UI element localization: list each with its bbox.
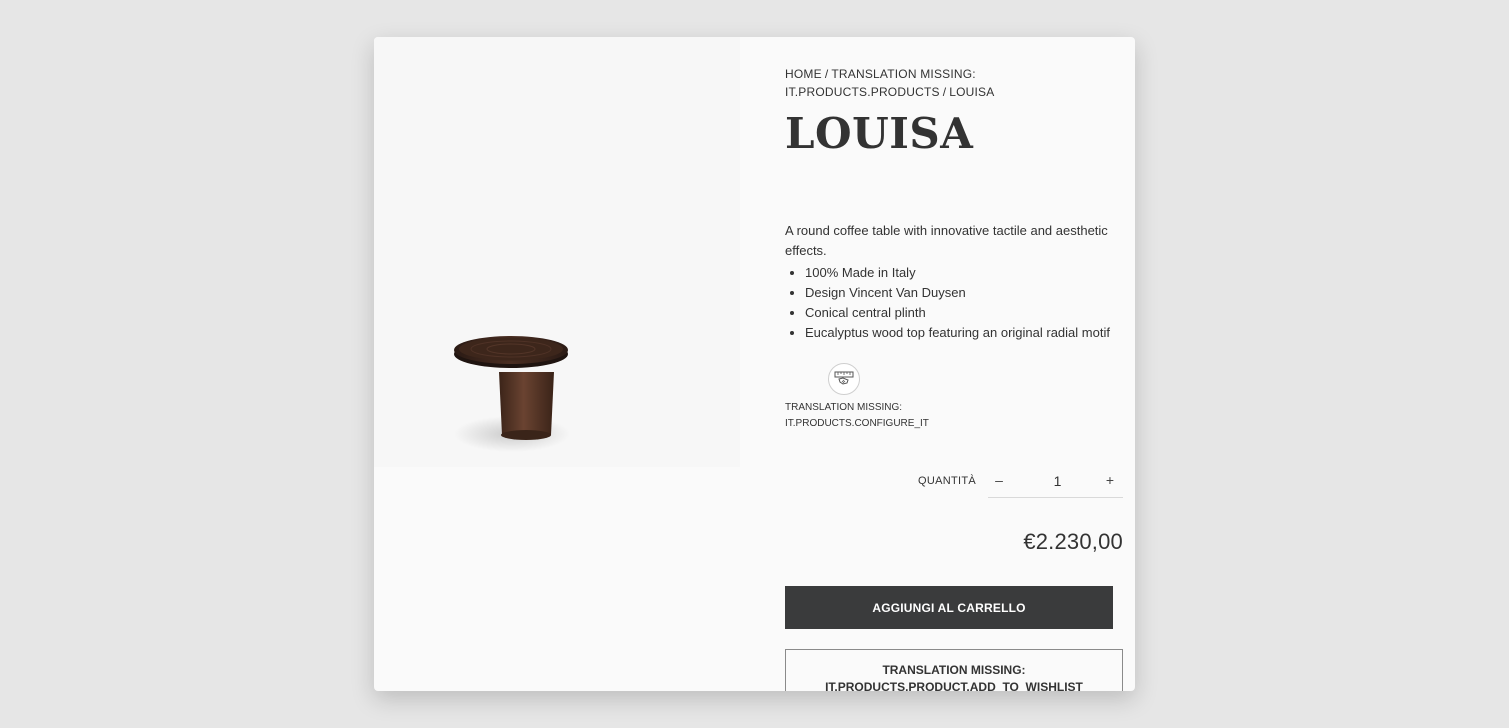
- product-info: HOME / TRANSLATION MISSING: IT.PRODUCTS.PR…: [785, 65, 1123, 691]
- quantity-row: QUANTITÀ – +: [785, 467, 1123, 499]
- quantity-increase-button[interactable]: +: [1101, 472, 1119, 488]
- ruler-hand-icon[interactable]: [828, 363, 860, 395]
- product-price: €2.230,00: [1023, 529, 1123, 554]
- breadcrumb-separator: /: [824, 67, 829, 81]
- breadcrumb-home-link[interactable]: HOME: [785, 67, 822, 81]
- product-image: [454, 322, 579, 462]
- feature-item: Conical central plinth: [805, 303, 1123, 323]
- breadcrumb-current: LOUISA: [949, 85, 995, 99]
- feature-item: Design Vincent Van Duysen: [805, 283, 1123, 303]
- configure-label[interactable]: TRANSLATION MISSING: IT.PRODUCTS.CONFIGU…: [785, 400, 945, 432]
- product-title: LOUISA: [785, 109, 974, 158]
- add-to-cart-button[interactable]: AGGIUNGI AL CARRELLO: [785, 586, 1113, 629]
- feature-list: 100% Made in Italy Design Vincent Van Du…: [785, 263, 1123, 343]
- quantity-input[interactable]: [1028, 470, 1087, 492]
- description-text: A round coffee table with innovative tac…: [785, 223, 1108, 258]
- breadcrumb-separator: /: [942, 85, 947, 99]
- product-image-panel: [374, 37, 740, 467]
- breadcrumb: HOME / TRANSLATION MISSING: IT.PRODUCTS.PR…: [785, 65, 1123, 101]
- product-quickview-modal: HOME / TRANSLATION MISSING: IT.PRODUCTS.PR…: [374, 37, 1135, 691]
- coffee-table-icon: [454, 336, 570, 452]
- add-to-wishlist-button[interactable]: TRANSLATION MISSING: IT.PRODUCTS.PRODUCT…: [785, 649, 1123, 691]
- quantity-label: QUANTITÀ: [917, 475, 976, 487]
- feature-item: 100% Made in Italy: [805, 263, 1123, 283]
- product-description: A round coffee table with innovative tac…: [785, 221, 1123, 343]
- feature-item: Eucalyptus wood top featuring an origina…: [805, 323, 1123, 343]
- quantity-stepper: – +: [988, 467, 1123, 498]
- quantity-decrease-button[interactable]: –: [990, 472, 1008, 488]
